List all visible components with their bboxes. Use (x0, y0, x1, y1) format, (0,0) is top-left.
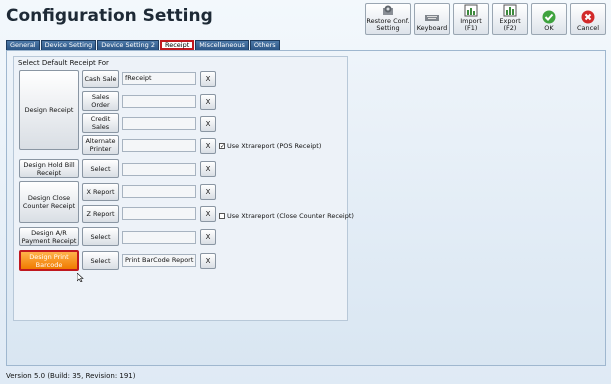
export-label: Export (F2) (499, 17, 521, 32)
checkbox-unchecked-icon[interactable] (219, 213, 225, 219)
clear-ar-payment-button[interactable]: X (200, 229, 216, 245)
alternate-printer-button[interactable]: Alternate Printer (82, 135, 119, 155)
toolbar: Restore Conf. Setting Keyboard Import (F… (365, 3, 606, 35)
x-report-field[interactable] (122, 185, 196, 198)
tab-receipt[interactable]: Receipt (159, 40, 195, 50)
alternate-printer-field[interactable] (122, 139, 196, 152)
restore-conf-setting-button[interactable]: Restore Conf. Setting (365, 3, 411, 35)
xtrareport-close-checkbox[interactable]: Use Xtrareport (Close Counter Receipt) (219, 212, 354, 220)
xtrareport-pos-label: Use Xtrareport (POS Receipt) (227, 142, 322, 150)
clear-credit-sales-button[interactable]: X (200, 116, 216, 132)
tab-miscellaneous[interactable]: Miscellaneous (195, 40, 249, 50)
import-icon (463, 4, 479, 17)
design-print-barcode-button[interactable]: Design Print Barcode (19, 250, 84, 283)
cancel-button[interactable]: Cancel (570, 3, 606, 35)
xtrareport-pos-checkbox[interactable]: ✓ Use Xtrareport (POS Receipt) (219, 142, 321, 150)
group-label: Select Default Receipt For (18, 59, 109, 67)
keyboard-button[interactable]: Keyboard (414, 3, 450, 35)
hold-bill-field[interactable] (122, 163, 196, 176)
cash-sale-button[interactable]: Cash Sale (82, 70, 119, 88)
ok-label: OK (544, 24, 554, 32)
keyboard-icon (424, 10, 440, 24)
x-report-button[interactable]: X Report (82, 183, 119, 201)
clear-z-report-button[interactable]: X (200, 206, 216, 222)
clear-cash-sale-button[interactable]: X (200, 71, 216, 87)
keyboard-label: Keyboard (416, 24, 448, 32)
clear-alternate-printer-button[interactable]: X (200, 138, 216, 154)
clear-hold-bill-button[interactable]: X (200, 161, 216, 177)
print-barcode-select-button[interactable]: Select (82, 251, 119, 270)
check-icon (541, 10, 557, 24)
design-ar-payment-button[interactable]: Design A/R Payment Receipt (19, 227, 79, 246)
design-receipt-button[interactable]: Design Receipt (19, 70, 79, 150)
xtrareport-close-label: Use Xtrareport (Close Counter Receipt) (227, 212, 354, 220)
ok-button[interactable]: OK (531, 3, 567, 35)
clear-x-report-button[interactable]: X (200, 184, 216, 200)
export-button[interactable]: Export (F2) (492, 3, 528, 35)
tab-general[interactable]: General (6, 40, 40, 50)
design-hold-bill-button[interactable]: Design Hold Bill Receipt (19, 159, 79, 178)
tab-others[interactable]: Others (249, 40, 280, 50)
tab-device-setting[interactable]: Device Setting (40, 40, 97, 50)
receipt-panel: Select Default Receipt For Design Receip… (6, 50, 606, 366)
credit-sales-field[interactable] (122, 117, 196, 130)
print-barcode-field[interactable]: Print BarCode Report (: (122, 254, 196, 267)
import-label: Import (F1) (460, 17, 482, 32)
import-button[interactable]: Import (F1) (453, 3, 489, 35)
credit-sales-button[interactable]: Credit Sales (82, 113, 119, 133)
default-receipt-group: Select Default Receipt For Design Receip… (13, 56, 354, 321)
z-report-button[interactable]: Z Report (82, 205, 119, 223)
close-icon (580, 10, 596, 24)
cancel-label: Cancel (576, 24, 600, 32)
z-report-field[interactable] (122, 207, 196, 220)
ar-payment-field[interactable] (122, 231, 196, 244)
ar-payment-select-button[interactable]: Select (82, 227, 119, 246)
export-icon (502, 4, 518, 17)
version-label: Version 5.0 (Build: 35, Revision: 191) (6, 372, 136, 380)
restore-conf-setting-label: Restore Conf. Setting (366, 17, 410, 32)
clear-print-barcode-button[interactable]: X (200, 253, 216, 269)
clear-sales-order-button[interactable]: X (200, 94, 216, 110)
hold-bill-select-button[interactable]: Select (82, 159, 119, 178)
tab-device-setting-2[interactable]: Device Setting 2 (97, 40, 159, 50)
checkbox-checked-icon[interactable]: ✓ (219, 143, 225, 150)
restore-icon (380, 4, 396, 17)
tab-bar: General Device Setting Device Setting 2 … (6, 40, 280, 50)
cash-sale-field[interactable]: fReceipt (122, 72, 196, 85)
design-close-counter-button[interactable]: Design Close Counter Receipt (19, 181, 79, 223)
sales-order-button[interactable]: Sales Order (82, 91, 119, 111)
design-print-barcode-label: Design Print Barcode (29, 252, 69, 269)
sales-order-field[interactable] (122, 95, 196, 108)
page-title: Configuration Setting (6, 6, 213, 26)
